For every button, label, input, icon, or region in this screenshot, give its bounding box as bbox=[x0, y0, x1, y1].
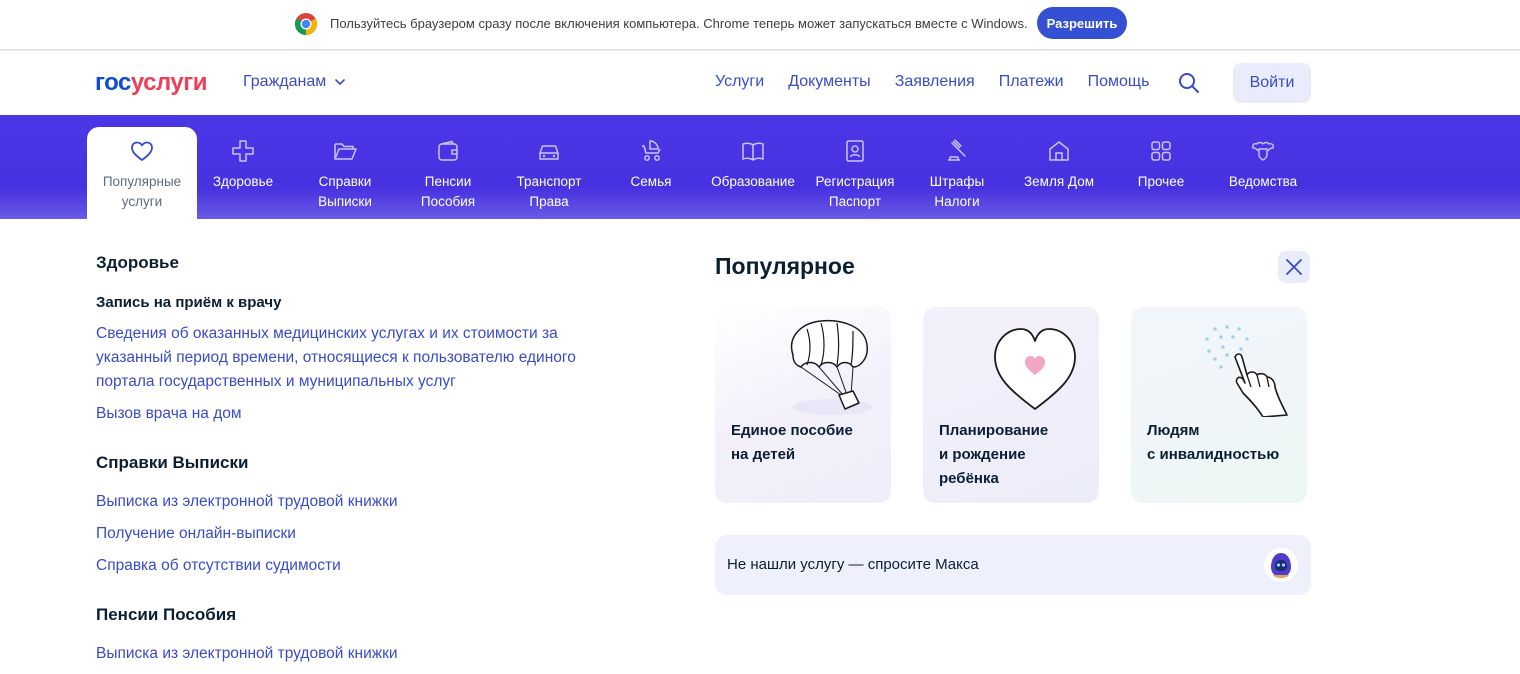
logo-part-uslugi: услуги bbox=[130, 69, 208, 96]
nav-help[interactable]: Помощь bbox=[1088, 73, 1150, 91]
wallet-icon bbox=[438, 140, 458, 161]
chrome-logo-icon bbox=[295, 13, 317, 35]
card-label: Людям с инвалидностью bbox=[1147, 422, 1280, 463]
category-label: Пенсии Пособия bbox=[420, 174, 476, 209]
category-popular[interactable]: Популярные услуги bbox=[87, 127, 197, 219]
nav-applications[interactable]: Заявления bbox=[895, 73, 975, 91]
popular-card-family-planning[interactable]: Планирование и рождение ребёнка bbox=[923, 307, 1099, 503]
close-icon bbox=[1286, 259, 1302, 275]
passport-icon bbox=[846, 140, 864, 162]
section-title-health: Здоровье bbox=[96, 253, 179, 272]
category-label: Транспорт Права bbox=[516, 174, 582, 209]
service-link-doctor-appointment[interactable]: Запись на приём к врачу bbox=[96, 294, 281, 311]
logo-part-gos: гос bbox=[95, 69, 131, 96]
category-certificates[interactable]: Справки Выписки bbox=[290, 127, 400, 219]
category-agencies[interactable]: Ведомства bbox=[1208, 127, 1318, 219]
category-label: Штрафы Налоги bbox=[929, 174, 985, 209]
heart-illustration-icon bbox=[994, 328, 1076, 410]
category-health[interactable]: Здоровье bbox=[188, 127, 298, 219]
emblem-icon bbox=[1252, 141, 1274, 161]
ask-max-banner[interactable]: Не нашли услугу — спросите Макса bbox=[715, 535, 1311, 595]
infobar-message: Пользуйтесь браузером сразу после включе… bbox=[330, 16, 1028, 31]
category-education[interactable]: Образование bbox=[698, 127, 808, 219]
category-transport[interactable]: Транспорт Права bbox=[494, 127, 604, 219]
section-title-pensions: Пенсии Пособия bbox=[96, 605, 237, 624]
chevron-down-icon bbox=[335, 79, 346, 85]
category-bar: Популярные услуги Здоровье Справки Выпис… bbox=[0, 115, 1520, 219]
medical-cross-icon bbox=[232, 140, 254, 162]
search-icon[interactable] bbox=[1177, 71, 1201, 95]
site-header: госуслуги Гражданам Услуги Документы Зая… bbox=[0, 51, 1520, 115]
service-link-work-book-extract[interactable]: Выписка из электронной трудовой книжки bbox=[96, 490, 616, 514]
nav-services[interactable]: Услуги bbox=[715, 73, 764, 91]
category-label: Семья bbox=[630, 174, 672, 189]
gavel-icon bbox=[948, 139, 966, 161]
allow-button[interactable]: Разрешить bbox=[1037, 7, 1127, 39]
category-land-house[interactable]: Земля Дом bbox=[1004, 127, 1114, 219]
book-icon bbox=[742, 142, 764, 161]
car-icon bbox=[539, 145, 559, 160]
audience-label: Гражданам bbox=[243, 73, 327, 90]
category-pensions[interactable]: Пенсии Пособия bbox=[393, 127, 503, 219]
nav-payments[interactable]: Платежи bbox=[999, 73, 1064, 91]
heart-icon bbox=[131, 141, 153, 161]
folder-icon bbox=[334, 143, 357, 160]
category-label: Справки Выписки bbox=[318, 174, 372, 209]
popular-card-disability[interactable]: Людям с инвалидностью bbox=[1131, 307, 1307, 503]
stroller-icon bbox=[642, 140, 661, 161]
category-label: Регистрация Паспорт bbox=[815, 174, 895, 209]
service-link-no-criminal-record[interactable]: Справка об отсутствии судимости bbox=[96, 554, 616, 578]
category-label: Прочее bbox=[1137, 174, 1185, 189]
category-registration[interactable]: Регистрация Паспорт bbox=[800, 127, 910, 219]
category-label: Здоровье bbox=[212, 174, 274, 189]
close-button[interactable] bbox=[1278, 251, 1310, 283]
hand-braille-icon bbox=[1205, 325, 1288, 417]
max-assistant-avatar-icon bbox=[1264, 548, 1298, 582]
section-title-certificates: Справки Выписки bbox=[96, 453, 249, 472]
category-label: Ведомства bbox=[1228, 174, 1298, 189]
category-family[interactable]: Семья bbox=[596, 127, 706, 219]
audience-selector[interactable]: Гражданам bbox=[243, 73, 346, 91]
login-button[interactable]: Войти bbox=[1233, 63, 1311, 103]
ask-max-text: Не нашли услугу — спросите Макса bbox=[727, 556, 979, 573]
category-fines[interactable]: Штрафы Налоги bbox=[902, 127, 1012, 219]
service-link-doctor-home-visit[interactable]: Вызов врача на дом bbox=[96, 402, 616, 426]
nav-documents[interactable]: Документы bbox=[788, 73, 870, 91]
service-link-medical-services-info[interactable]: Сведения об оказанных медицинских услуга… bbox=[96, 322, 616, 394]
card-label: Единое пособие на детей bbox=[731, 422, 853, 463]
service-link-work-book-extract-2[interactable]: Выписка из электронной трудовой книжки bbox=[96, 642, 616, 666]
top-navigation: Услуги Документы Заявления Платежи Помощ… bbox=[715, 73, 1149, 91]
card-label: Планирование и рождение ребёнка bbox=[939, 422, 1049, 487]
category-label: Образование bbox=[711, 174, 795, 189]
popular-card-child-benefit[interactable]: Единое пособие на детей bbox=[715, 307, 891, 503]
category-label: Земля Дом bbox=[1024, 174, 1094, 189]
chrome-infobar: Пользуйтесь браузером сразу после включе… bbox=[0, 0, 1520, 50]
category-other[interactable]: Прочее bbox=[1106, 127, 1216, 219]
grid-icon bbox=[1151, 141, 1171, 161]
popular-title: Популярное bbox=[715, 253, 855, 279]
service-link-online-extract[interactable]: Получение онлайн-выписки bbox=[96, 522, 616, 546]
gosuslugi-logo[interactable]: госуслуги bbox=[95, 69, 208, 97]
parachute-gift-icon bbox=[790, 319, 873, 415]
category-label: Популярные услуги bbox=[102, 174, 182, 209]
house-icon bbox=[1049, 141, 1069, 161]
